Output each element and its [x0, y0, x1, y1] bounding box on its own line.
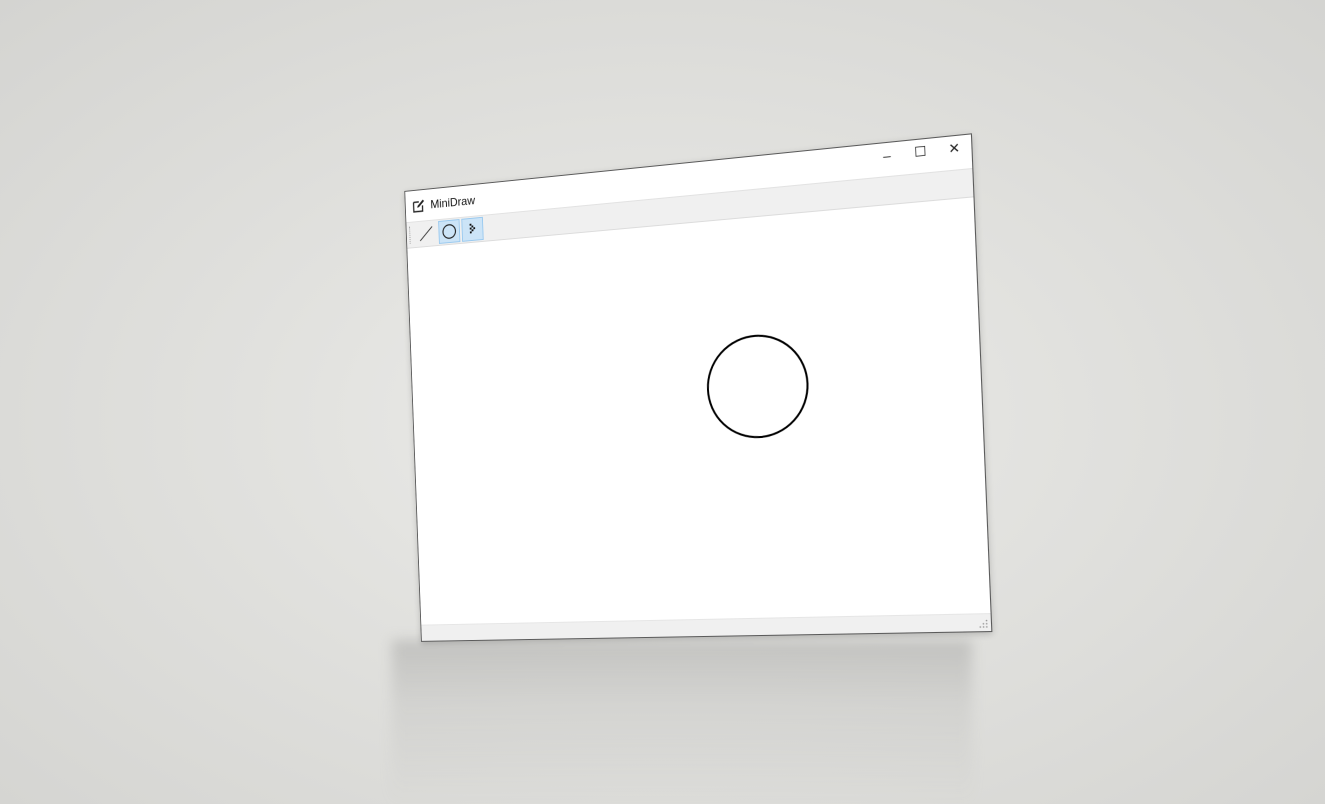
toolbar-grip[interactable]	[409, 226, 414, 244]
close-icon: ✕	[948, 139, 961, 157]
minidraw-window: MiniDraw – ☐ ✕	[404, 133, 993, 642]
minimize-button[interactable]: –	[870, 141, 904, 169]
select-tool-icon	[469, 223, 476, 234]
line-tool-icon	[418, 224, 435, 243]
window-title: MiniDraw	[430, 193, 476, 212]
drawing-canvas[interactable]	[407, 197, 991, 627]
maximize-icon: ☐	[913, 143, 927, 160]
window-reflection	[392, 640, 972, 804]
line-tool-button[interactable]	[415, 221, 437, 246]
window-controls: – ☐ ✕	[870, 134, 972, 169]
desktop-stage: MiniDraw – ☐ ✕	[0, 0, 1325, 804]
maximize-button[interactable]: ☐	[903, 138, 938, 166]
ellipse-tool-icon	[441, 222, 458, 241]
resize-grip-icon[interactable]	[978, 618, 989, 629]
drawn-circle[interactable]	[704, 330, 812, 442]
close-button[interactable]: ✕	[937, 134, 972, 162]
edit-icon	[411, 196, 427, 215]
ellipse-tool-button[interactable]	[438, 219, 461, 244]
select-tool-button[interactable]	[461, 216, 484, 242]
minimize-icon: –	[882, 147, 891, 164]
